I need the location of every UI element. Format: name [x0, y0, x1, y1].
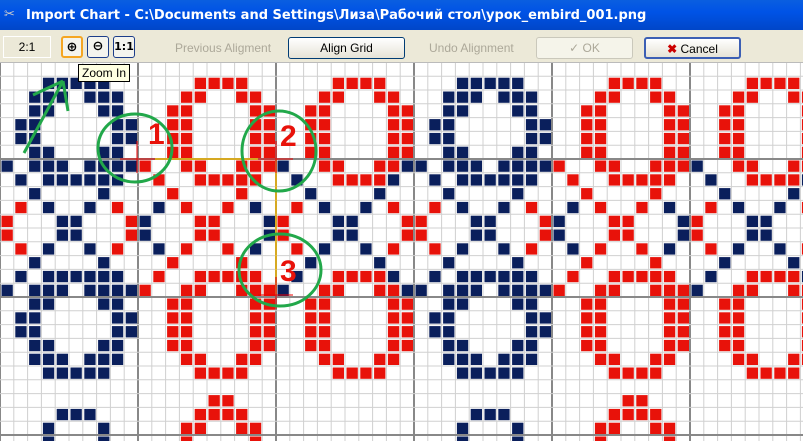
crosshair-markers [120, 141, 293, 309]
title-bar: ✂ Import Chart - C:\Documents and Settin… [0, 0, 803, 30]
zoom-out-button[interactable]: ⊖ [87, 36, 109, 58]
previous-alignment-button[interactable]: Previous Aligment [175, 41, 271, 55]
zoom-level-display: 2:1 [3, 36, 51, 58]
zoom-in-icon: ⊕ [66, 40, 78, 55]
highlight-circle-2 [240, 109, 318, 193]
cancel-label: Cancel [680, 42, 718, 56]
marker-2: 2 [280, 120, 297, 153]
app-icon: ✂ [4, 7, 15, 22]
window-title: Import Chart - C:\Documents and Settings… [26, 7, 647, 23]
undo-alignment-button[interactable]: Undo Alignment [429, 41, 514, 55]
align-grid-button[interactable]: Align Grid [288, 37, 405, 59]
cancel-icon: ✖ [667, 42, 678, 56]
arrow-icon [22, 79, 70, 154]
zoom-in-button[interactable]: ⊕ [61, 36, 83, 58]
marker-3: 3 [280, 255, 297, 288]
actual-size-icon: 1:1 [114, 40, 134, 53]
marker-1: 1 [148, 118, 165, 151]
zoom-in-tooltip: Zoom In [78, 64, 131, 82]
cancel-button[interactable]: ✖ Cancel [644, 37, 741, 59]
zoom-out-icon: ⊖ [92, 39, 104, 54]
actual-size-button[interactable]: 1:1 [113, 36, 135, 58]
chart-canvas[interactable]: 1 2 3 [0, 63, 803, 441]
ok-button[interactable]: ✓ OK [536, 37, 633, 59]
annotation-layer [22, 79, 323, 309]
toolbar: 2:1 ⊕ ⊖ 1:1 Previous Aligment Align Grid… [0, 30, 803, 63]
